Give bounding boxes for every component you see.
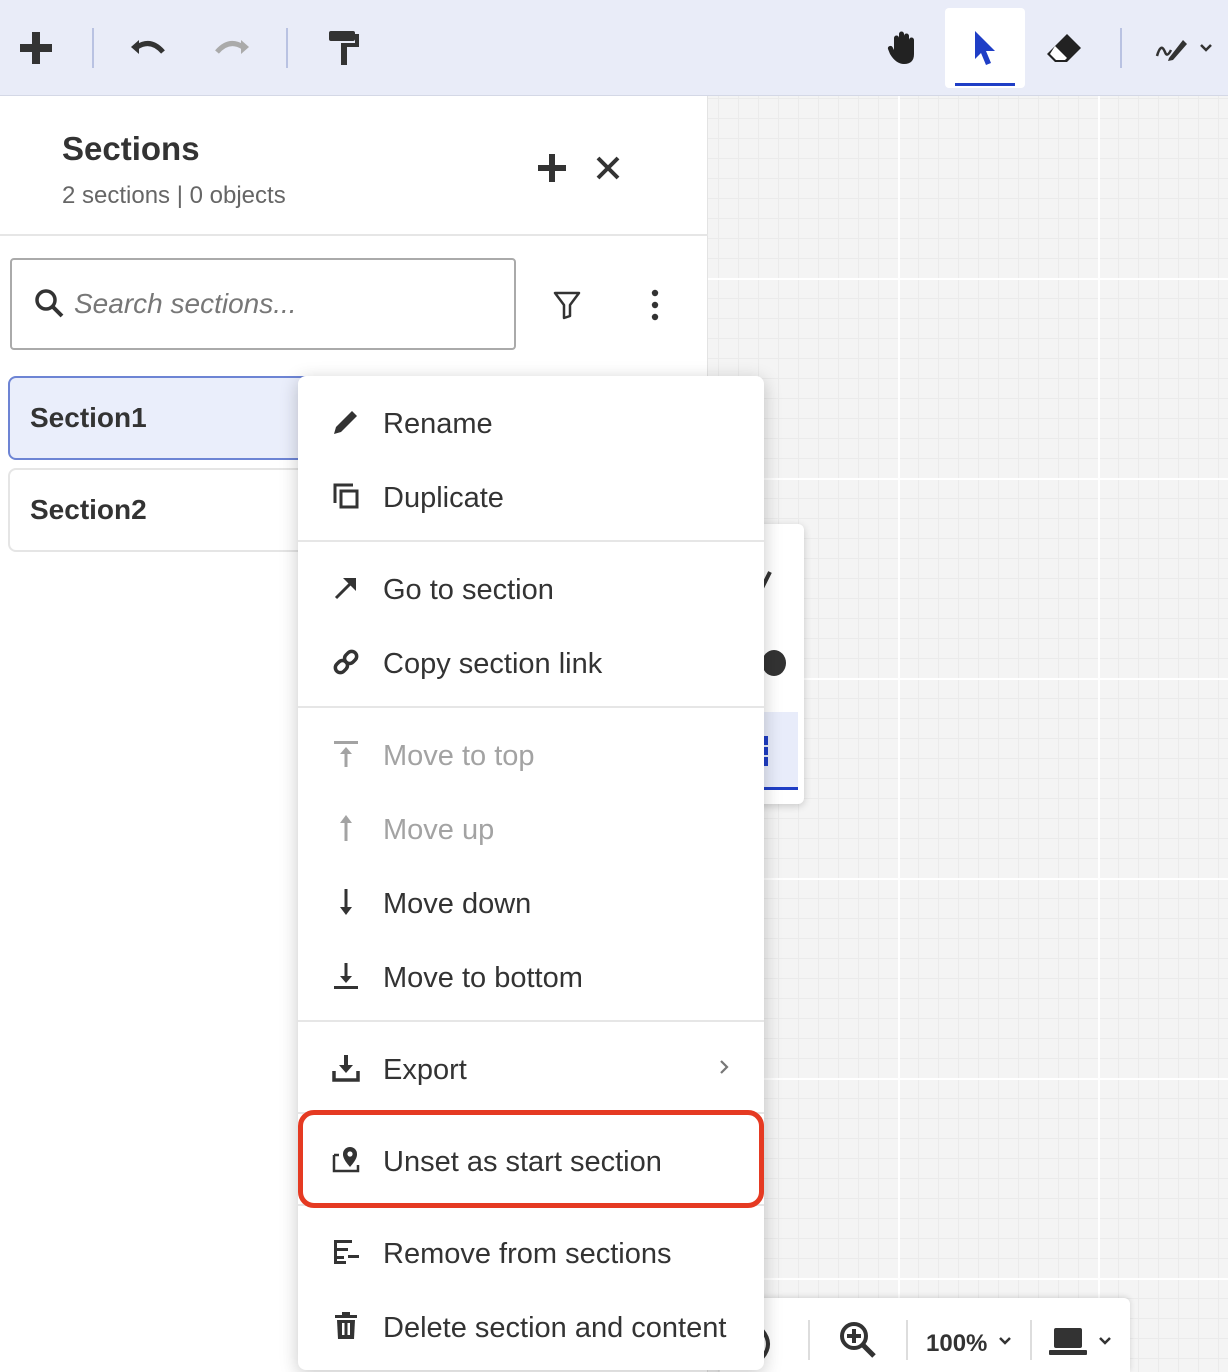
panel-title: Sections bbox=[62, 130, 200, 167]
chevron-down-icon[interactable] bbox=[998, 1336, 1012, 1346]
filter-icon bbox=[553, 291, 581, 320]
toolbar-divider bbox=[286, 28, 288, 68]
top-toolbar bbox=[0, 0, 1228, 96]
start-location-icon bbox=[330, 1144, 362, 1176]
select-tool-button[interactable] bbox=[945, 8, 1025, 88]
add-button[interactable] bbox=[0, 8, 76, 88]
search-icon bbox=[35, 289, 64, 318]
section-context-menu: Rename Duplicate Go to section Copy sect… bbox=[298, 376, 764, 1370]
chevron-right-icon bbox=[720, 1060, 729, 1074]
menu-divider bbox=[298, 1020, 764, 1022]
menu-item-go-to-section[interactable]: Go to section bbox=[298, 550, 764, 624]
filter-button[interactable] bbox=[542, 280, 592, 330]
move-top-icon bbox=[330, 738, 362, 770]
menu-item-move-down[interactable]: Move down bbox=[298, 864, 764, 938]
close-panel-button[interactable] bbox=[588, 148, 628, 188]
pen-icon bbox=[1155, 40, 1187, 61]
plus-icon bbox=[538, 154, 566, 182]
active-side-tool[interactable] bbox=[760, 712, 798, 790]
redo-icon bbox=[215, 40, 249, 54]
undo-icon bbox=[131, 40, 165, 54]
pen-tool-button[interactable] bbox=[1138, 8, 1228, 88]
plus-icon bbox=[20, 32, 52, 64]
add-section-button[interactable] bbox=[532, 148, 572, 188]
menu-divider bbox=[298, 1204, 764, 1206]
menu-item-move-up[interactable]: Move up bbox=[298, 790, 764, 864]
menu-item-copy-section-link[interactable]: Copy section link bbox=[298, 624, 764, 698]
eraser-tool-button[interactable] bbox=[1024, 8, 1104, 88]
chevron-down-icon[interactable] bbox=[1098, 1336, 1112, 1346]
section-label: Section1 bbox=[30, 402, 147, 433]
menu-divider bbox=[298, 706, 764, 708]
search-box[interactable] bbox=[10, 258, 516, 350]
move-bottom-icon bbox=[330, 960, 362, 992]
menu-divider bbox=[298, 1112, 764, 1114]
arrow-up-right-icon bbox=[330, 572, 362, 604]
zoom-in-icon bbox=[840, 1322, 876, 1358]
trash-icon bbox=[330, 1310, 362, 1342]
menu-item-move-to-bottom[interactable]: Move to bottom bbox=[298, 938, 764, 1012]
close-icon bbox=[596, 156, 620, 180]
zoom-level[interactable]: 100% bbox=[926, 1330, 987, 1358]
menu-divider bbox=[298, 540, 764, 542]
duplicate-icon bbox=[330, 480, 362, 512]
pointer-icon bbox=[975, 31, 995, 65]
section-label: Section2 bbox=[30, 494, 147, 525]
arrow-down-icon bbox=[330, 886, 362, 918]
eraser-icon bbox=[1047, 34, 1081, 62]
more-options-button[interactable] bbox=[630, 280, 680, 330]
zoom-bar: 100% bbox=[720, 1298, 1130, 1372]
menu-item-unset-start-section[interactable]: Unset as start section bbox=[298, 1122, 764, 1196]
format-painter-button[interactable] bbox=[304, 8, 384, 88]
more-vertical-icon bbox=[651, 289, 659, 321]
format-painter-icon bbox=[329, 31, 359, 65]
redo-button[interactable] bbox=[192, 8, 272, 88]
undo-button[interactable] bbox=[108, 8, 188, 88]
toolbar-divider bbox=[92, 28, 94, 68]
hand-icon bbox=[887, 31, 914, 64]
remove-from-sections-icon bbox=[330, 1236, 362, 1268]
zoom-in-button[interactable] bbox=[838, 1320, 878, 1360]
menu-item-duplicate[interactable]: Duplicate bbox=[298, 458, 764, 532]
zoombar-divider bbox=[906, 1320, 908, 1360]
zoombar-divider bbox=[1030, 1320, 1032, 1360]
arrow-up-icon bbox=[330, 812, 362, 844]
panel-divider bbox=[0, 234, 708, 236]
panel-subtitle: 2 sections | 0 objects bbox=[62, 182, 286, 209]
hand-tool-button[interactable] bbox=[864, 8, 944, 88]
circle-icon[interactable] bbox=[760, 648, 796, 678]
download-icon bbox=[330, 1052, 362, 1084]
chevron-down-icon bbox=[1200, 44, 1212, 52]
link-icon bbox=[330, 646, 362, 678]
pencil-icon bbox=[330, 406, 362, 438]
toolbar-divider bbox=[1120, 28, 1122, 68]
search-input[interactable] bbox=[74, 280, 494, 328]
menu-item-export[interactable]: Export bbox=[298, 1030, 764, 1104]
zoombar-divider bbox=[808, 1320, 810, 1360]
laptop-icon[interactable] bbox=[1048, 1326, 1088, 1358]
menu-item-delete-section[interactable]: Delete section and content bbox=[298, 1288, 764, 1362]
menu-item-remove-from-sections[interactable]: Remove from sections bbox=[298, 1214, 764, 1288]
menu-item-rename[interactable]: Rename bbox=[298, 384, 764, 458]
menu-item-move-to-top[interactable]: Move to top bbox=[298, 716, 764, 790]
